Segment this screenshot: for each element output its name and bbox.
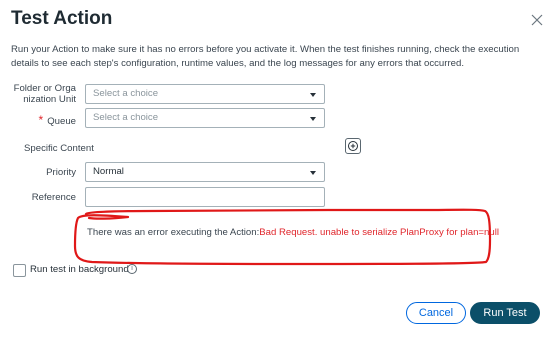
reference-input[interactable] <box>85 187 325 207</box>
cancel-button[interactable]: Cancel <box>406 302 466 324</box>
required-marker: * <box>38 113 44 127</box>
add-specific-content-button[interactable] <box>345 138 361 154</box>
priority-value: Normal <box>93 166 124 177</box>
run-test-button[interactable]: Run Test <box>470 302 540 324</box>
folder-select[interactable]: Select a choice <box>85 84 325 104</box>
run-in-background-checkbox[interactable] <box>13 264 26 277</box>
reference-label: Reference <box>31 192 76 203</box>
specific-content-label: Specific Content <box>24 143 94 154</box>
chevron-down-icon <box>310 93 316 97</box>
queue-select[interactable]: Select a choice <box>85 108 325 128</box>
chevron-down-icon <box>310 117 316 121</box>
error-message: There was an error executing the Action:… <box>87 227 499 238</box>
queue-placeholder: Select a choice <box>93 112 159 123</box>
chevron-down-icon <box>310 171 316 175</box>
info-icon[interactable]: i <box>127 264 137 274</box>
error-prefix: There was an error executing the Action: <box>87 227 260 238</box>
priority-label: Priority <box>46 167 76 178</box>
dialog-title: Test Action <box>11 8 113 29</box>
dialog-description: Run your Action to make sure it has no e… <box>11 44 520 69</box>
close-icon[interactable] <box>531 14 543 26</box>
queue-label-text: Queue <box>47 116 76 127</box>
priority-select[interactable]: Normal <box>85 162 325 182</box>
plus-circle-icon <box>348 141 358 151</box>
queue-label: * Queue <box>20 113 76 127</box>
run-in-background-label: Run test in background <box>30 264 129 275</box>
folder-placeholder: Select a choice <box>93 88 159 99</box>
error-detail: Bad Request. unable to serialize PlanPro… <box>259 227 499 238</box>
folder-label: Folder or Orga nization Unit <box>13 83 76 105</box>
